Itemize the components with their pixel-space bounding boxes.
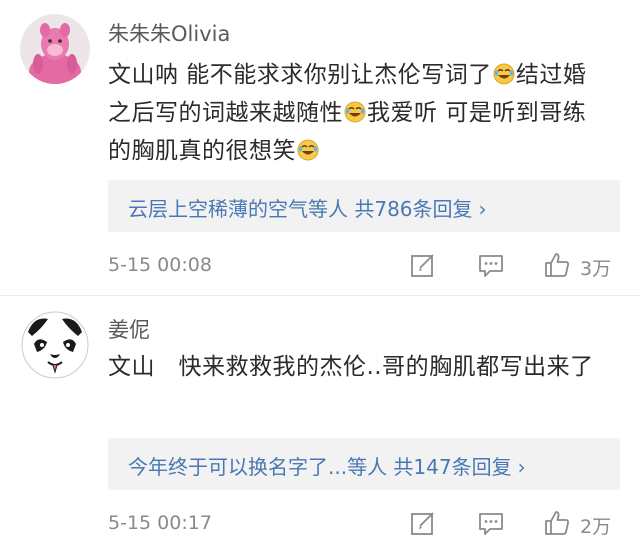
replies-summary-text: 今年终于可以换名字了...等人 共147条回复 [128, 455, 512, 479]
view-replies-button[interactable]: 云层上空稀薄的空气等人 共786条回复 › [108, 180, 620, 232]
comment-icon[interactable] [476, 250, 506, 280]
comment-item: 朱朱朱Olivia 文山呐 能不能求求你别让杰伦写词了 结过婚之后写的词越来越随性… [0, 0, 640, 296]
chevron-right-icon: › [517, 455, 526, 479]
comment-text: 文山呐 能不能求求你别让杰伦写词了 结过婚之后写的词越来越随性 我爱听 可是听到哥练… [108, 56, 608, 170]
like-count: 3万 [580, 258, 612, 280]
edit-icon[interactable] [408, 250, 438, 280]
avatar[interactable] [20, 14, 90, 84]
comment-meta-row: 5-15 00:17 2万 [0, 504, 640, 544]
panda-face-avatar-image [20, 310, 90, 380]
comment-timestamp: 5-15 00:08 [108, 254, 212, 276]
thumbs-up-icon[interactable] [542, 508, 572, 538]
comment-meta-row: 5-15 00:08 3万 [0, 246, 640, 286]
comment-icon[interactable] [476, 508, 506, 538]
laugh-cry-emoji-icon [297, 139, 319, 161]
avatar[interactable] [20, 310, 90, 380]
comment-username[interactable]: 朱朱朱Olivia [108, 18, 230, 48]
replies-summary: 今年终于可以换名字了...等人 共147条回复 › [128, 451, 526, 480]
laugh-cry-emoji-icon [344, 101, 366, 123]
like-count: 2万 [580, 516, 612, 538]
pink-panther-avatar-image [20, 14, 90, 84]
thumbs-up-icon[interactable] [542, 250, 572, 280]
edit-icon[interactable] [408, 508, 438, 538]
laugh-cry-emoji-icon [493, 63, 515, 85]
replies-summary: 云层上空稀薄的空气等人 共786条回复 › [128, 193, 487, 222]
comment-item: 姜伲 文山 快来救救我的杰伦..哥的胸肌都写出来了 今年终于可以换名字了...等… [0, 296, 640, 540]
view-replies-button[interactable]: 今年终于可以换名字了...等人 共147条回复 › [108, 438, 620, 490]
comment-text-segment: 文山呐 能不能求求你别让杰伦写词了 [108, 62, 492, 88]
replies-summary-text: 云层上空稀薄的空气等人 共786条回复 [128, 197, 473, 221]
comment-text: 文山 快来救救我的杰伦..哥的胸肌都写出来了 [108, 354, 594, 380]
comment-username[interactable]: 姜伲 [108, 314, 150, 344]
comment-timestamp: 5-15 00:17 [108, 512, 212, 534]
chevron-right-icon: › [478, 197, 487, 221]
